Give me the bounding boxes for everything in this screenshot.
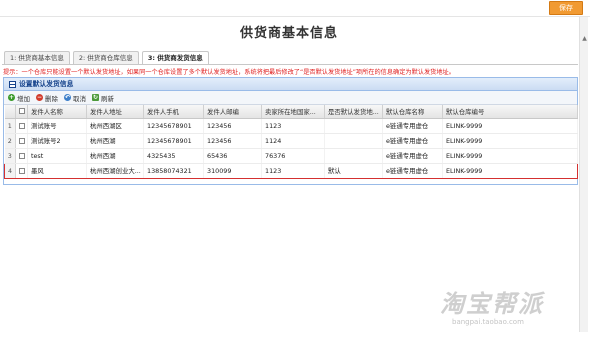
cell-sender-address[interactable]: 杭州西湖创业大...	[86, 162, 144, 179]
cell-sender-name[interactable]: 墨风	[27, 162, 87, 179]
column-header[interactable]: 卖家所在地国家...	[261, 105, 325, 119]
column-header[interactable]: 发件人地址	[86, 105, 144, 119]
table-row[interactable]: 3 test 杭州西湖 4325435 65436 76376 e链通专用虚仓 …	[4, 148, 578, 164]
cell-sender-phone[interactable]: 12345678901	[143, 133, 204, 149]
tab-underline	[2, 64, 578, 65]
row-checkbox-cell[interactable]	[15, 148, 28, 164]
cell-sender-zip[interactable]: 123456	[203, 133, 262, 149]
delete-button[interactable]: − 删除	[36, 93, 58, 103]
column-header[interactable]: 是否默认发货地...	[324, 105, 383, 119]
cell-warehouse-name[interactable]: e链通专用虚仓	[382, 162, 443, 179]
tab-supplier-basic-info[interactable]: 1: 供货商基本信息	[4, 51, 70, 64]
watermark-logo: 淘宝帮派 bangpai.taobao.com	[440, 284, 585, 334]
cell-sender-zip[interactable]: 310099	[203, 162, 262, 179]
column-header[interactable]: 发件人手机	[143, 105, 204, 119]
tab-strip: 1: 供货商基本信息 2: 供货商仓库信息 3: 供货商发货信息	[4, 51, 209, 65]
watermark-url: bangpai.taobao.com	[452, 318, 524, 326]
grid-icon	[9, 80, 16, 88]
cell-sender-phone[interactable]: 13858074321	[143, 162, 204, 179]
cell-sender-name[interactable]: 测试账号	[27, 118, 87, 134]
cell-warehouse-name[interactable]: e链通专用虚仓	[382, 133, 443, 149]
row-checkbox[interactable]	[18, 167, 25, 174]
add-icon: +	[8, 94, 15, 101]
undo-icon: ↶	[64, 94, 71, 101]
panel-header: 设置默认发货信息	[4, 78, 577, 91]
cell-seller-country[interactable]: 1124	[261, 133, 325, 149]
cell-warehouse-code[interactable]: ELINK-9999	[442, 162, 578, 179]
row-number: 2	[4, 133, 16, 149]
default-shipping-panel: 设置默认发货信息 + 增加 − 删除 ↶ 取消 ↻ 刷新 发件人名称 发件人地址…	[3, 77, 578, 185]
save-button[interactable]: 保存	[549, 1, 583, 15]
cell-warehouse-name[interactable]: e链通专用虚仓	[382, 148, 443, 164]
row-number: 4	[4, 162, 16, 179]
cell-sender-address[interactable]: 杭州西湖	[86, 148, 144, 164]
refresh-button[interactable]: ↻ 刷新	[92, 93, 114, 103]
row-checkbox[interactable]	[18, 152, 25, 159]
cell-seller-country[interactable]: 1123	[261, 162, 325, 179]
cell-sender-name[interactable]: 测试账号2	[27, 133, 87, 149]
cell-is-default[interactable]	[324, 148, 383, 164]
cell-sender-phone[interactable]: 4325435	[143, 148, 204, 164]
select-all-checkbox-header[interactable]	[15, 105, 28, 119]
cell-sender-zip[interactable]: 65436	[203, 148, 262, 164]
delete-icon: −	[36, 94, 43, 101]
row-checkbox[interactable]	[18, 137, 25, 144]
column-header[interactable]: 发件人邮编	[203, 105, 262, 119]
cell-sender-name[interactable]: test	[27, 148, 87, 164]
cell-warehouse-code[interactable]: ELINK-9999	[442, 148, 578, 164]
refresh-icon: ↻	[92, 94, 99, 101]
cell-is-default[interactable]	[324, 133, 383, 149]
row-number-header	[4, 105, 16, 119]
tip-text: 提示：一个仓库只能设置一个默认发货地址，如果同一个仓库设置了多个默认发货地址，系…	[3, 69, 455, 76]
row-checkbox[interactable]	[18, 122, 25, 129]
panel-title: 设置默认发货信息	[19, 80, 74, 88]
add-label: 增加	[17, 94, 30, 103]
refresh-label: 刷新	[101, 94, 114, 103]
column-header[interactable]: 默认仓库编号	[442, 105, 578, 119]
cell-seller-country[interactable]: 1123	[261, 118, 325, 134]
cell-warehouse-code[interactable]: ELINK-9999	[442, 133, 578, 149]
grid-toolbar: + 增加 − 删除 ↶ 取消 ↻ 刷新	[4, 91, 577, 105]
table-row-highlighted[interactable]: 4 墨风 杭州西湖创业大... 13858074321 310099 1123 …	[4, 162, 578, 179]
row-number: 3	[4, 148, 16, 164]
add-button[interactable]: + 增加	[8, 93, 30, 103]
tab-supplier-shipping-info[interactable]: 3: 供货商发货信息	[141, 51, 209, 65]
cell-is-default[interactable]	[324, 118, 383, 134]
cell-warehouse-code[interactable]: ELINK-9999	[442, 118, 578, 134]
column-header[interactable]: 默认仓库名称	[382, 105, 443, 119]
cell-sender-phone[interactable]: 12345678901	[143, 118, 204, 134]
row-number: 1	[4, 118, 16, 134]
cell-warehouse-name[interactable]: e链通专用虚仓	[382, 118, 443, 134]
cancel-label: 取消	[73, 94, 86, 103]
row-checkbox-cell[interactable]	[15, 162, 28, 179]
cell-sender-zip[interactable]: 123456	[203, 118, 262, 134]
scroll-up-arrow-icon[interactable]: ▲	[580, 35, 589, 43]
table-row[interactable]: 1 测试账号 杭州西湖区 12345678901 123456 1123 e链通…	[4, 118, 578, 134]
cell-sender-address[interactable]: 杭州西湖区	[86, 118, 144, 134]
cell-is-default[interactable]: 默认	[324, 162, 383, 179]
row-checkbox-cell[interactable]	[15, 133, 28, 149]
cell-seller-country[interactable]: 76376	[261, 148, 325, 164]
top-divider	[0, 16, 590, 17]
table-row[interactable]: 2 测试账号2 杭州西湖 12345678901 123456 1124 e链通…	[4, 133, 578, 149]
shipping-info-table: 发件人名称 发件人地址 发件人手机 发件人邮编 卖家所在地国家... 是否默认发…	[4, 105, 578, 179]
cancel-button[interactable]: ↶ 取消	[64, 93, 86, 103]
cell-sender-address[interactable]: 杭州西湖	[86, 133, 144, 149]
page-title: 供货商基本信息	[239, 26, 338, 41]
delete-label: 删除	[45, 94, 58, 103]
table-header-row: 发件人名称 发件人地址 发件人手机 发件人邮编 卖家所在地国家... 是否默认发…	[4, 105, 578, 119]
watermark-text: 淘宝帮派	[440, 289, 544, 318]
row-checkbox-cell[interactable]	[15, 118, 28, 134]
column-header[interactable]: 发件人名称	[27, 105, 87, 119]
tab-supplier-warehouse-info[interactable]: 2: 供货商仓库信息	[72, 51, 139, 64]
select-all-checkbox[interactable]	[18, 108, 25, 115]
